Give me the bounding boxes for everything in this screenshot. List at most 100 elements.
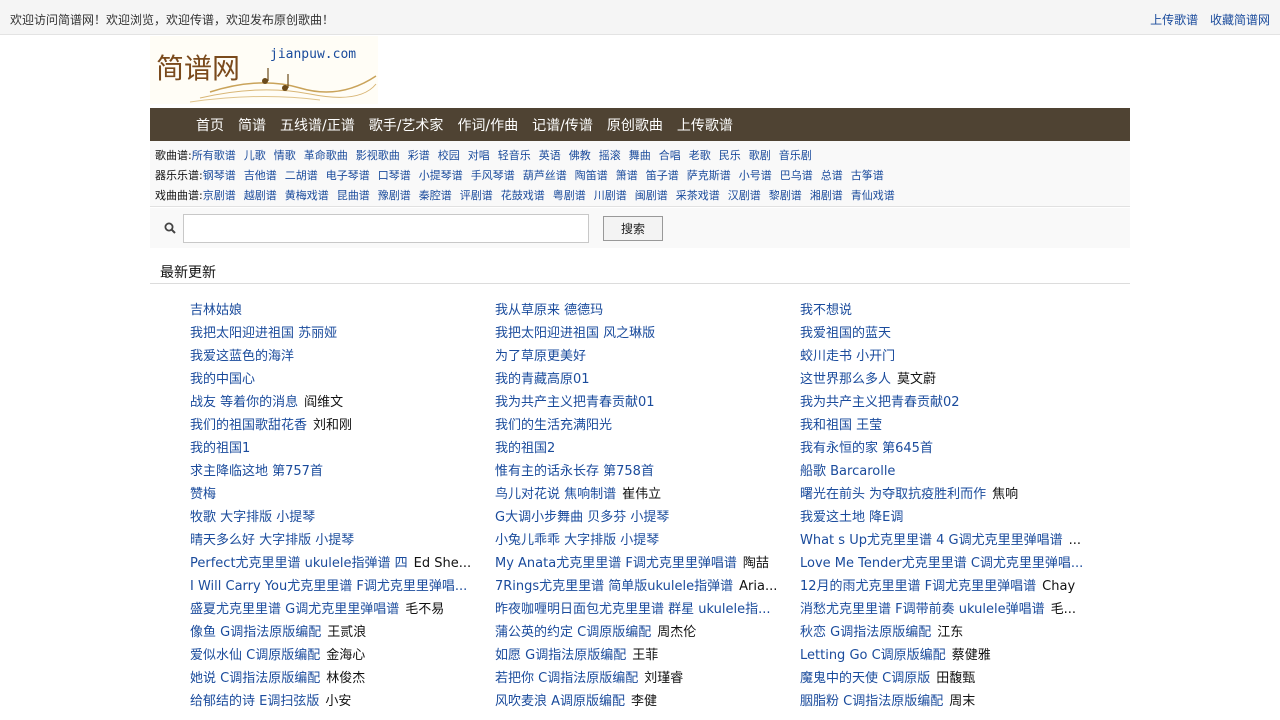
song-link[interactable]: 像鱼 G调指法原版编配 — [190, 625, 321, 640]
song-link[interactable]: 魔鬼中的天使 C调原版 — [800, 671, 930, 686]
song-link[interactable]: 鸟儿对花说 焦响制谱 — [495, 487, 616, 502]
song-link[interactable]: 胭脂粉 C调指法原版编配 — [800, 694, 943, 709]
song-link[interactable]: 我为共产主义把青春贡献01 — [495, 395, 655, 410]
song-link[interactable]: What s Up尤克里里谱 4 G调尤克里里弹唱谱 — [800, 533, 1063, 548]
song-link[interactable]: My Anata尤克里里谱 F调尤克里里弹唱谱 — [495, 556, 737, 571]
category-link[interactable]: 青仙戏谱 — [851, 189, 895, 202]
category-link[interactable]: 闽剧谱 — [635, 189, 668, 202]
category-link[interactable]: 电子琴谱 — [326, 169, 370, 182]
category-link[interactable]: 吉他谱 — [244, 169, 277, 182]
category-link[interactable]: 所有歌谱 — [192, 149, 236, 162]
song-link[interactable]: 我和祖国 王莹 — [800, 418, 882, 433]
nav-item[interactable]: 原创歌曲 — [607, 115, 663, 135]
song-link[interactable]: 战友 等着你的消息 — [190, 395, 298, 410]
nav-item[interactable]: 首页 — [196, 115, 224, 135]
song-link[interactable]: 爱似水仙 C调原版编配 — [190, 648, 320, 663]
song-link[interactable]: I Will Carry You尤克里里谱 F调尤克里里弹唱... — [190, 579, 467, 594]
song-link[interactable]: 吉林姑娘 — [190, 303, 242, 318]
song-link[interactable]: 秋恋 G调指法原版编配 — [800, 625, 931, 640]
category-link[interactable]: 民乐 — [719, 149, 741, 162]
category-link[interactable]: 彩谱 — [408, 149, 430, 162]
category-link[interactable]: 古筝谱 — [851, 169, 884, 182]
category-link[interactable]: 昆曲谱 — [337, 189, 370, 202]
song-link[interactable]: 船歌 Barcarolle — [800, 464, 895, 479]
song-link[interactable]: 晴天多么好 大字排版 小提琴 — [190, 533, 354, 548]
song-link[interactable]: 昨夜咖喱明日面包尤克里里谱 群星 ukulele指... — [495, 602, 771, 617]
song-link[interactable]: 赞梅 — [190, 487, 216, 502]
category-link[interactable]: 笛子谱 — [646, 169, 679, 182]
search-input[interactable] — [183, 214, 589, 243]
category-link[interactable]: 小提琴谱 — [419, 169, 463, 182]
category-link[interactable]: 手风琴谱 — [471, 169, 515, 182]
category-link[interactable]: 川剧谱 — [594, 189, 627, 202]
song-link[interactable]: 她说 C调指法原版编配 — [190, 671, 320, 686]
category-link[interactable]: 黎剧谱 — [769, 189, 802, 202]
category-link[interactable]: 歌剧 — [749, 149, 771, 162]
song-link[interactable]: 消愁尤克里里谱 F调带前奏 ukulele弹唱谱 — [800, 602, 1045, 617]
song-link[interactable]: 我的祖国2 — [495, 441, 555, 456]
category-link[interactable]: 儿歌 — [244, 149, 266, 162]
category-link[interactable]: 秦腔谱 — [419, 189, 452, 202]
category-link[interactable]: 巴乌谱 — [780, 169, 813, 182]
category-link[interactable]: 摇滚 — [599, 149, 621, 162]
category-link[interactable]: 小号谱 — [739, 169, 772, 182]
category-link[interactable]: 箫谱 — [616, 169, 638, 182]
nav-item[interactable]: 上传歌谱 — [677, 115, 733, 135]
category-link[interactable]: 汉剧谱 — [728, 189, 761, 202]
category-link[interactable]: 口琴谱 — [378, 169, 411, 182]
category-link[interactable]: 校园 — [438, 149, 460, 162]
song-link[interactable]: 小兔儿乖乖 大字排版 小提琴 — [495, 533, 659, 548]
song-link[interactable]: 蒲公英的约定 C调原版编配 — [495, 625, 651, 640]
category-link[interactable]: 陶笛谱 — [575, 169, 608, 182]
category-link[interactable]: 影视歌曲 — [356, 149, 400, 162]
song-link[interactable]: 风吹麦浪 A调原版编配 — [495, 694, 625, 709]
category-link[interactable]: 评剧谱 — [460, 189, 493, 202]
song-link[interactable]: 我有永恒的家 第645首 — [800, 441, 933, 456]
category-link[interactable]: 豫剧谱 — [378, 189, 411, 202]
category-link[interactable]: 佛教 — [569, 149, 591, 162]
song-link[interactable]: 12月的雨尤克里里谱 F调尤克里里弹唱谱 — [800, 579, 1036, 594]
song-link[interactable]: 求主降临这地 第757首 — [190, 464, 323, 479]
category-link[interactable]: 舞曲 — [629, 149, 651, 162]
category-link[interactable]: 越剧谱 — [244, 189, 277, 202]
category-link[interactable]: 萨克斯谱 — [687, 169, 731, 182]
category-link[interactable]: 湘剧谱 — [810, 189, 843, 202]
category-link[interactable]: 革命歌曲 — [304, 149, 348, 162]
song-link[interactable]: Love Me Tender尤克里里谱 C调尤克里里弹唱... — [800, 556, 1083, 571]
category-link[interactable]: 老歌 — [689, 149, 711, 162]
song-link[interactable]: 惟有主的话永长存 第758首 — [495, 464, 654, 479]
song-link[interactable]: 我爱祖国的蓝天 — [800, 326, 891, 341]
song-link[interactable]: Perfect尤克里里谱 ukulele指弹谱 四 — [190, 556, 408, 571]
song-link[interactable]: 我的祖国1 — [190, 441, 250, 456]
song-link[interactable]: 蛟川走书 小开门 — [800, 349, 895, 364]
song-link[interactable]: Letting Go C调原版编配 — [800, 648, 946, 663]
song-link[interactable]: 盛夏尤克里里谱 G调尤克里里弹唱谱 — [190, 602, 399, 617]
song-link[interactable]: 这世界那么多人 — [800, 372, 891, 387]
song-link[interactable]: 我把太阳迎进祖国 风之琳版 — [495, 326, 655, 341]
category-link[interactable]: 合唱 — [659, 149, 681, 162]
category-link[interactable]: 二胡谱 — [285, 169, 318, 182]
category-link[interactable]: 黄梅戏谱 — [285, 189, 329, 202]
category-link[interactable]: 总谱 — [821, 169, 843, 182]
song-link[interactable]: 给郁结的诗 E调扫弦版 — [190, 694, 319, 709]
song-link[interactable]: 我的中国心 — [190, 372, 255, 387]
category-link[interactable]: 葫芦丝谱 — [523, 169, 567, 182]
search-button[interactable]: 搜索 — [603, 216, 663, 241]
nav-item[interactable]: 五线谱/正谱 — [280, 115, 355, 135]
song-link[interactable]: 我为共产主义把青春贡献02 — [800, 395, 960, 410]
song-link[interactable]: 我爱这蓝色的海洋 — [190, 349, 294, 364]
category-link[interactable]: 情歌 — [274, 149, 296, 162]
song-link[interactable]: 我把太阳迎进祖国 苏丽娅 — [190, 326, 337, 341]
song-link[interactable]: 我们的祖国歌甜花香 — [190, 418, 307, 433]
song-link[interactable]: 我们的生活充满阳光 — [495, 418, 612, 433]
song-link[interactable]: 为了草原更美好 — [495, 349, 586, 364]
song-link[interactable]: 我的青藏高原01 — [495, 372, 590, 387]
category-link[interactable]: 对唱 — [468, 149, 490, 162]
song-link[interactable]: 如愿 G调指法原版编配 — [495, 648, 626, 663]
category-link[interactable]: 粤剧谱 — [553, 189, 586, 202]
category-link[interactable]: 英语 — [539, 149, 561, 162]
nav-item[interactable]: 作词/作曲 — [457, 115, 518, 135]
category-link[interactable]: 轻音乐 — [498, 149, 531, 162]
song-link[interactable]: G大调小步舞曲 贝多芬 小提琴 — [495, 510, 669, 525]
category-link[interactable]: 京剧谱 — [203, 189, 236, 202]
